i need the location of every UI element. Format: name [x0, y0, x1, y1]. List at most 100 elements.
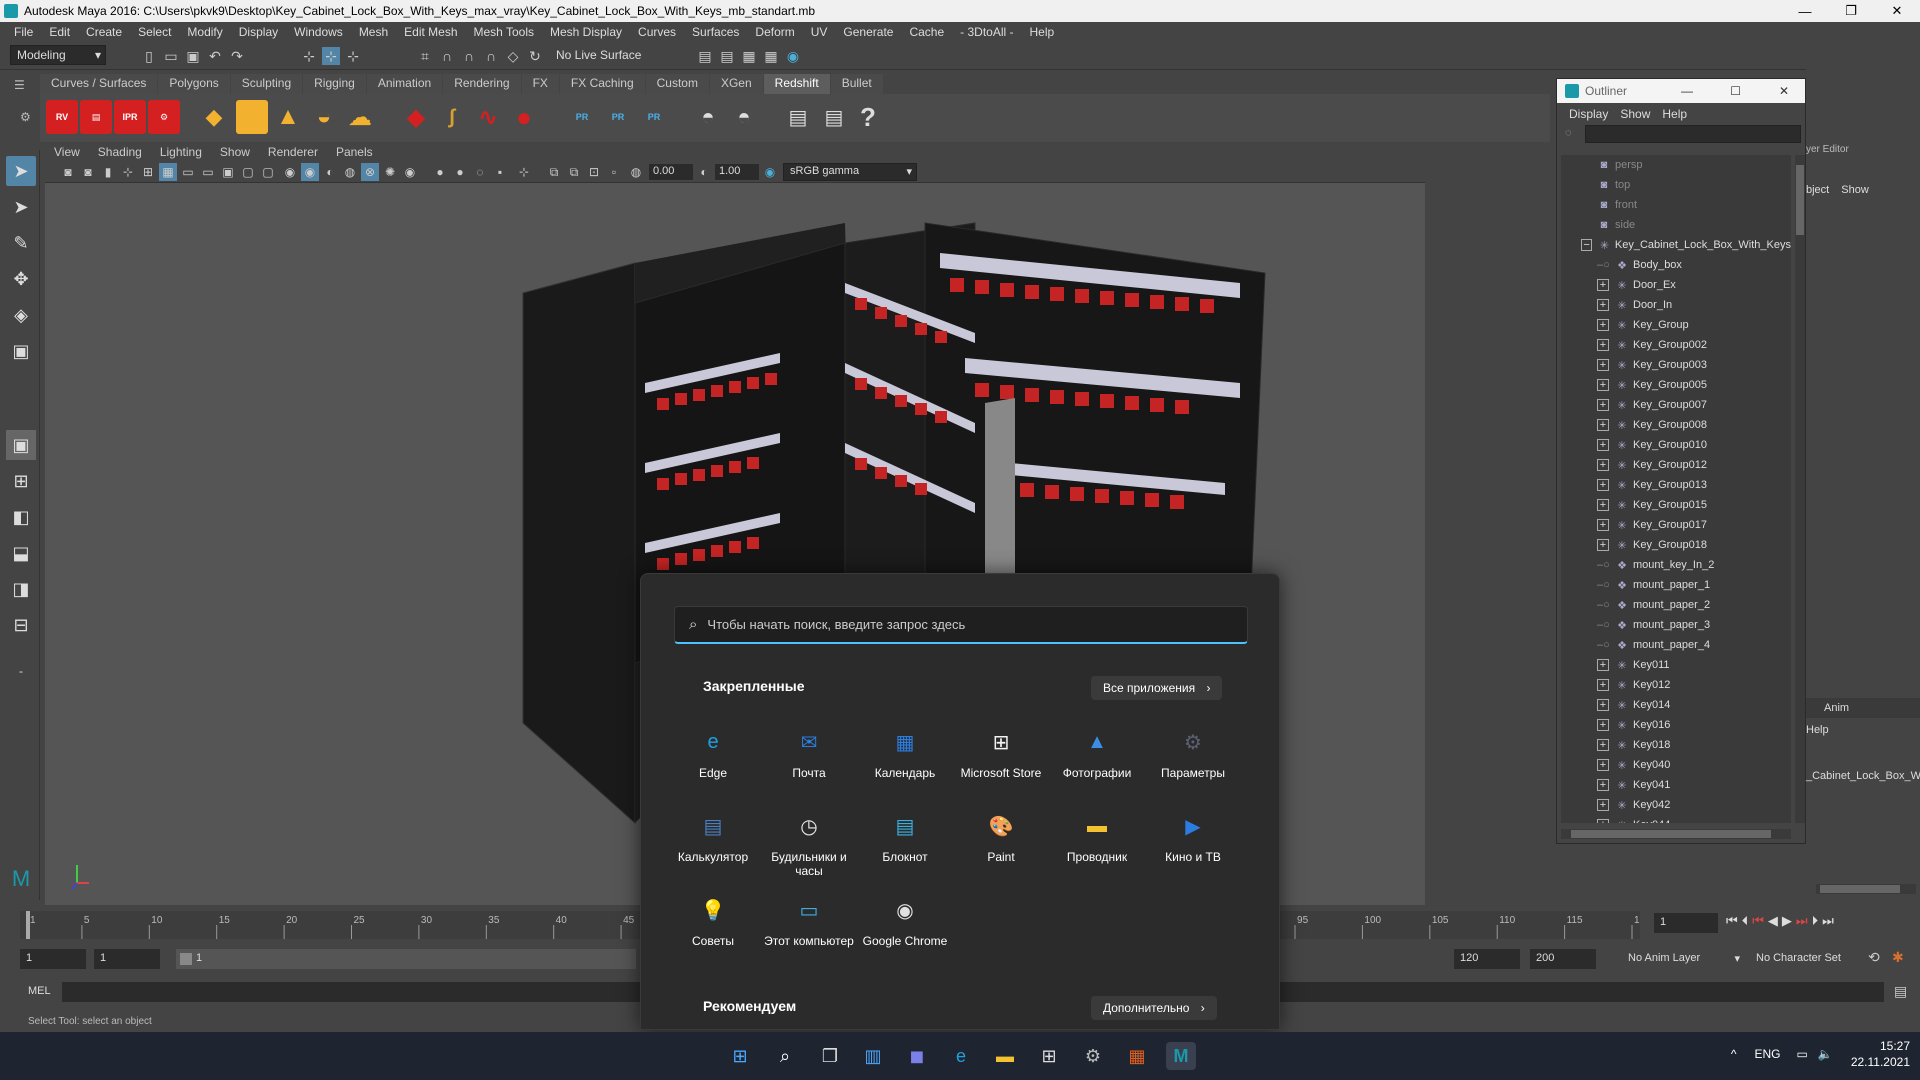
shelf-tab-curves-surfaces[interactable]: Curves / Surfaces	[40, 74, 158, 94]
film-gate-icon[interactable]: ▭	[179, 163, 197, 181]
hypershade-icon[interactable]: ▦	[762, 47, 780, 65]
anim-tab[interactable]: Anim	[1824, 702, 1849, 714]
outliner-item[interactable]: + ✳ Key_Group003	[1561, 355, 1791, 375]
app-tile-computer[interactable]: ▭ Этот компьютер	[761, 892, 857, 949]
app-tile-notepad[interactable]: ▤ Блокнот	[857, 808, 953, 865]
close-button[interactable]: ✕	[1874, 0, 1920, 22]
menu-mesh[interactable]: Mesh	[351, 25, 396, 39]
xray-joints-icon[interactable]: ⧉	[545, 163, 563, 181]
gate-mask-icon[interactable]: ▣	[219, 163, 237, 181]
expand-icon[interactable]: +	[1597, 739, 1609, 751]
outliner-item[interactable]: + ✳ Key044	[1561, 815, 1791, 823]
snap-grid-icon[interactable]: ⌗	[416, 47, 434, 65]
outliner-item[interactable]: + ✳ Key018	[1561, 735, 1791, 755]
menu-edit-mesh[interactable]: Edit Mesh	[396, 25, 465, 39]
maximize-button[interactable]: ☐	[1730, 84, 1741, 98]
step-forward-key-icon[interactable]: ⏭	[1796, 913, 1808, 929]
expand-icon[interactable]: +	[1597, 279, 1609, 291]
scrollbar-thumb[interactable]	[1820, 885, 1900, 893]
select-tool-icon[interactable]: ➤	[6, 156, 36, 186]
go-to-start-icon[interactable]: ⏮	[1726, 913, 1738, 929]
menu-3dtoall[interactable]: - 3DtoAll -	[952, 25, 1021, 39]
shelf-options-icon[interactable]: ⚙	[20, 110, 31, 124]
redshift-render-button[interactable]: ▤	[80, 100, 112, 134]
volume-icon[interactable]: 🔈	[1818, 1047, 1833, 1061]
isolate-select-icon[interactable]: ⊹	[515, 163, 533, 181]
resolution-gate-icon[interactable]: ▭	[199, 163, 217, 181]
shelf-tab-bullet[interactable]: Bullet	[830, 74, 883, 94]
outliner-item[interactable]: ◙ top	[1561, 175, 1791, 195]
exposure-field[interactable]: 0.00	[649, 164, 693, 180]
panel-menu-shading[interactable]: Shading	[89, 145, 151, 159]
outliner-item[interactable]: + ✳ Door_In	[1561, 295, 1791, 315]
menu-mesh-display[interactable]: Mesh Display	[542, 25, 630, 39]
outliner-item[interactable]: ◙ persp	[1561, 155, 1791, 175]
expand-icon[interactable]: +	[1597, 499, 1609, 511]
menu-modify[interactable]: Modify	[179, 25, 230, 39]
layer-editor-tab[interactable]: yer Editor	[1806, 144, 1849, 155]
app-tile-mail[interactable]: ✉ Почта	[761, 724, 857, 781]
uv-layout-icon[interactable]: ⊟	[6, 610, 36, 640]
taskbar-clock[interactable]: 15:27 22.11.2021	[1851, 1038, 1910, 1070]
panel-menu-view[interactable]: View	[45, 145, 89, 159]
app-tile-tips[interactable]: 💡 Советы	[665, 892, 761, 949]
snap-surface-icon[interactable]: ◇	[504, 47, 522, 65]
outliner-item[interactable]: + ✳ Key042	[1561, 795, 1791, 815]
menu-mesh-tools[interactable]: Mesh Tools	[466, 25, 542, 39]
snap-live-icon[interactable]: ↻	[526, 47, 544, 65]
expand-icon[interactable]: +	[1597, 479, 1609, 491]
shelf-tab-rigging[interactable]: Rigging	[303, 74, 366, 94]
app-tile-edge[interactable]: e Edge	[665, 724, 761, 781]
tray-overflow-icon[interactable]: ^	[1731, 1047, 1737, 1061]
menu-deform[interactable]: Deform	[747, 25, 802, 39]
outliner-item[interactable]: –○ ❖ mount_paper_2	[1561, 595, 1791, 615]
teams-chat-icon[interactable]: ◼	[902, 1042, 932, 1070]
shelf-tab-fx[interactable]: FX	[521, 74, 559, 94]
redshift-sunlight-icon[interactable]: ☁	[344, 100, 376, 134]
outliner-item[interactable]: –○ ❖ mount_paper_4	[1561, 635, 1791, 655]
menu-create[interactable]: Create	[78, 25, 130, 39]
outliner-item[interactable]: –○ ❖ mount_paper_3	[1561, 615, 1791, 635]
outliner-item[interactable]: − ✳ Key_Cabinet_Lock_Box_With_Keys	[1561, 235, 1791, 255]
panel-menu-renderer[interactable]: Renderer	[259, 145, 327, 159]
expand-icon[interactable]: +	[1597, 439, 1609, 451]
expand-icon[interactable]: +	[1597, 759, 1609, 771]
minimize-button[interactable]: —	[1782, 0, 1828, 22]
edge-icon[interactable]: e	[946, 1042, 976, 1070]
app-tile-calendar[interactable]: ▦ Календарь	[857, 724, 953, 781]
redshift-renderview-button[interactable]: RV	[46, 100, 78, 134]
backface-icon[interactable]: ⊡	[585, 163, 603, 181]
scrollbar-thumb[interactable]	[1796, 165, 1804, 235]
close-button[interactable]: ✕	[1779, 84, 1789, 98]
menu-generate[interactable]: Generate	[835, 25, 901, 39]
exposure-icon[interactable]: ◍	[627, 163, 645, 181]
menu-file[interactable]: File	[6, 25, 41, 39]
hypershade-layout-icon[interactable]: ◨	[6, 574, 36, 604]
expand-icon[interactable]: +	[1597, 339, 1609, 351]
move-tool-icon[interactable]: ✥	[6, 264, 36, 294]
maya-icon[interactable]: M	[1166, 1042, 1196, 1070]
object-menu[interactable]: bject	[1806, 184, 1829, 196]
expand-icon[interactable]: +	[1597, 319, 1609, 331]
paint-select-tool-icon[interactable]: ✎	[6, 228, 36, 258]
play-forward-icon[interactable]: ▶	[1782, 913, 1792, 929]
minimize-button[interactable]: —	[1681, 84, 1693, 98]
lights-icon[interactable]: ✺	[381, 163, 399, 181]
auto-key-icon[interactable]: ⟲	[1868, 949, 1880, 966]
expand-icon[interactable]: +	[1597, 519, 1609, 531]
outliner-item[interactable]: + ✳ Key016	[1561, 715, 1791, 735]
redshift-sphere-icon[interactable]: ●	[508, 100, 540, 134]
app-icon[interactable]: ▦	[1122, 1042, 1152, 1070]
app-tile-photos[interactable]: ▲ Фотографии	[1049, 724, 1145, 781]
outliner-item[interactable]: + ✳ Key_Group010	[1561, 435, 1791, 455]
outliner-item[interactable]: + ✳ Key040	[1561, 755, 1791, 775]
store-icon[interactable]: ⊞	[1034, 1042, 1064, 1070]
single-perspective-layout-icon[interactable]: ▣	[6, 430, 36, 460]
shelf-menu-icon[interactable]: ☰	[14, 78, 34, 92]
outliner-item[interactable]: + ✳ Key_Group012	[1561, 455, 1791, 475]
play-backward-icon[interactable]: ◀	[1768, 913, 1778, 929]
outliner-item[interactable]: + ✳ Door_Ex	[1561, 275, 1791, 295]
collapse-toolbox-icon[interactable]: -	[6, 656, 36, 686]
panel-menu-show[interactable]: Show	[211, 145, 259, 159]
outliner-search-input[interactable]	[1585, 125, 1801, 143]
